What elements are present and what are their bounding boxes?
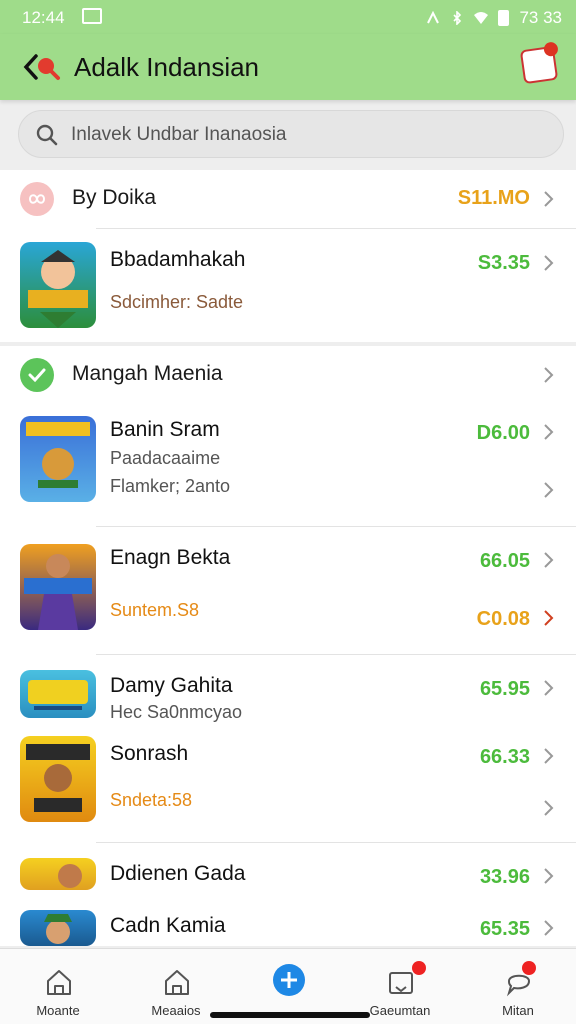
item-name: Ddienen Gada	[110, 862, 246, 885]
status-time: 12:44	[22, 8, 65, 27]
item-price: 33.96	[479, 866, 530, 888]
list-item[interactable]: Cadn Kamia 65.35	[0, 904, 576, 946]
item-name: Banin Sram	[110, 418, 220, 441]
notification-badge	[412, 961, 426, 975]
list-item[interactable]: Bbadamhakah Sdcimher: Sadte S3.35	[0, 240, 576, 336]
check-circle-icon	[20, 358, 54, 392]
nav-label: Mitan	[502, 1003, 534, 1018]
inbox-icon	[389, 972, 413, 994]
game-thumbnail	[20, 242, 96, 328]
section-header[interactable]: Mangah Maenia	[0, 346, 576, 404]
item-name: Sonrash	[110, 742, 189, 765]
item-subtitle: Sndeta:58	[110, 790, 193, 810]
nav-item-add[interactable]	[238, 957, 338, 1017]
list-item[interactable]: Sonrash Sndeta:58 66.33	[0, 732, 576, 832]
search-bar[interactable]	[18, 110, 564, 158]
infinity-icon	[20, 182, 54, 216]
item-name: Enagn Bekta	[110, 546, 231, 569]
image-notification-icon	[82, 8, 102, 24]
section-title: By Doika	[72, 186, 157, 209]
divider	[96, 526, 576, 527]
chevron-right-icon	[544, 424, 554, 440]
page-title: Adalk Indansian	[74, 52, 260, 82]
chevron-right-icon	[544, 255, 554, 271]
nav-item-media[interactable]: Meaaios	[126, 957, 226, 1018]
divider	[96, 842, 576, 843]
item-price: 66.05	[479, 550, 530, 572]
nav-item-home[interactable]: Moante	[8, 957, 108, 1018]
list-item[interactable]: Damy Gahita Hec Sa0nmcyao 65.95	[0, 664, 576, 728]
chevron-right-icon	[544, 748, 554, 764]
section-mangah-maenia: Mangah Maenia Banin Sram Paadacaaime Fla…	[0, 346, 576, 946]
item-price: 65.35	[479, 918, 530, 940]
item-subtitle: Hec Sa0nmcyao	[110, 702, 243, 722]
chevron-right-icon	[544, 920, 554, 936]
item-name: Cadn Kamia	[110, 914, 226, 937]
notification-badge	[543, 41, 559, 58]
chevron-right-icon	[544, 868, 554, 884]
status-icons: 73 33	[426, 8, 562, 28]
add-circle-icon	[273, 964, 305, 996]
game-thumbnail	[20, 910, 96, 946]
home-indicator	[210, 1012, 370, 1018]
notifications-icon[interactable]	[519, 41, 559, 85]
item-name: Damy Gahita	[110, 674, 233, 697]
divider	[96, 228, 576, 229]
nav-label: Moante	[36, 1003, 80, 1018]
status-bar: 12:44 73 33	[0, 0, 576, 34]
item-price: D6.00	[476, 422, 530, 444]
chevron-right-icon	[544, 367, 554, 383]
chevron-right-icon	[544, 191, 554, 207]
chevron-right-icon	[544, 680, 554, 696]
list-item[interactable]: Ddienen Gada 33.96	[0, 852, 576, 896]
item-subtitle: Suntem.S8	[110, 600, 200, 620]
chevron-right-icon	[544, 552, 554, 568]
status-right-text: 73 33	[519, 8, 562, 27]
section-header[interactable]: By Doika S11.MO	[0, 170, 576, 228]
notification-badge	[522, 961, 536, 975]
game-thumbnail	[20, 544, 96, 630]
section-price: S11.MO	[457, 187, 530, 209]
search-input[interactable]	[71, 121, 551, 149]
chevron-right-icon	[544, 610, 554, 626]
battery-icon	[498, 10, 510, 26]
game-thumbnail	[20, 736, 96, 822]
nav-item-messages[interactable]: Mitan	[468, 957, 568, 1018]
wifi-icon	[474, 12, 489, 24]
section-title: Mangah Maenia	[72, 362, 223, 385]
home-icon	[47, 970, 71, 995]
item-price: 66.33	[479, 746, 530, 768]
item-price: S3.35	[477, 252, 530, 274]
app-bar: Adalk Indansian	[0, 34, 576, 100]
item-subtitle: Sdcimher: Sadte	[110, 292, 244, 312]
search-icon	[36, 124, 58, 146]
game-thumbnail	[20, 858, 96, 890]
item-subtitle: Paadacaaime	[110, 448, 221, 468]
section-by-doika: By Doika S11.MO Bbadamhakah Sdcimher: Sa…	[0, 170, 576, 342]
nfc-icon	[427, 11, 440, 24]
item-secondary-price: C0.08	[476, 608, 530, 630]
chevron-right-icon	[544, 482, 554, 498]
game-thumbnail	[20, 416, 96, 502]
game-thumbnail	[20, 670, 96, 718]
divider	[96, 654, 576, 655]
item-detail: Flamker; 2anto	[110, 476, 231, 496]
back-icon[interactable]	[22, 52, 62, 82]
list-item[interactable]: Enagn Bekta Suntem.S8 66.05 C0.08	[0, 536, 576, 646]
item-price: 65.95	[479, 678, 530, 700]
home-icon	[165, 970, 189, 995]
bluetooth-icon	[453, 11, 462, 25]
chevron-right-icon	[544, 800, 554, 816]
list-item[interactable]: Banin Sram Paadacaaime Flamker; 2anto D6…	[0, 408, 576, 518]
nav-item-games[interactable]: Gaeumtan	[350, 957, 450, 1018]
item-name: Bbadamhakah	[110, 248, 246, 271]
